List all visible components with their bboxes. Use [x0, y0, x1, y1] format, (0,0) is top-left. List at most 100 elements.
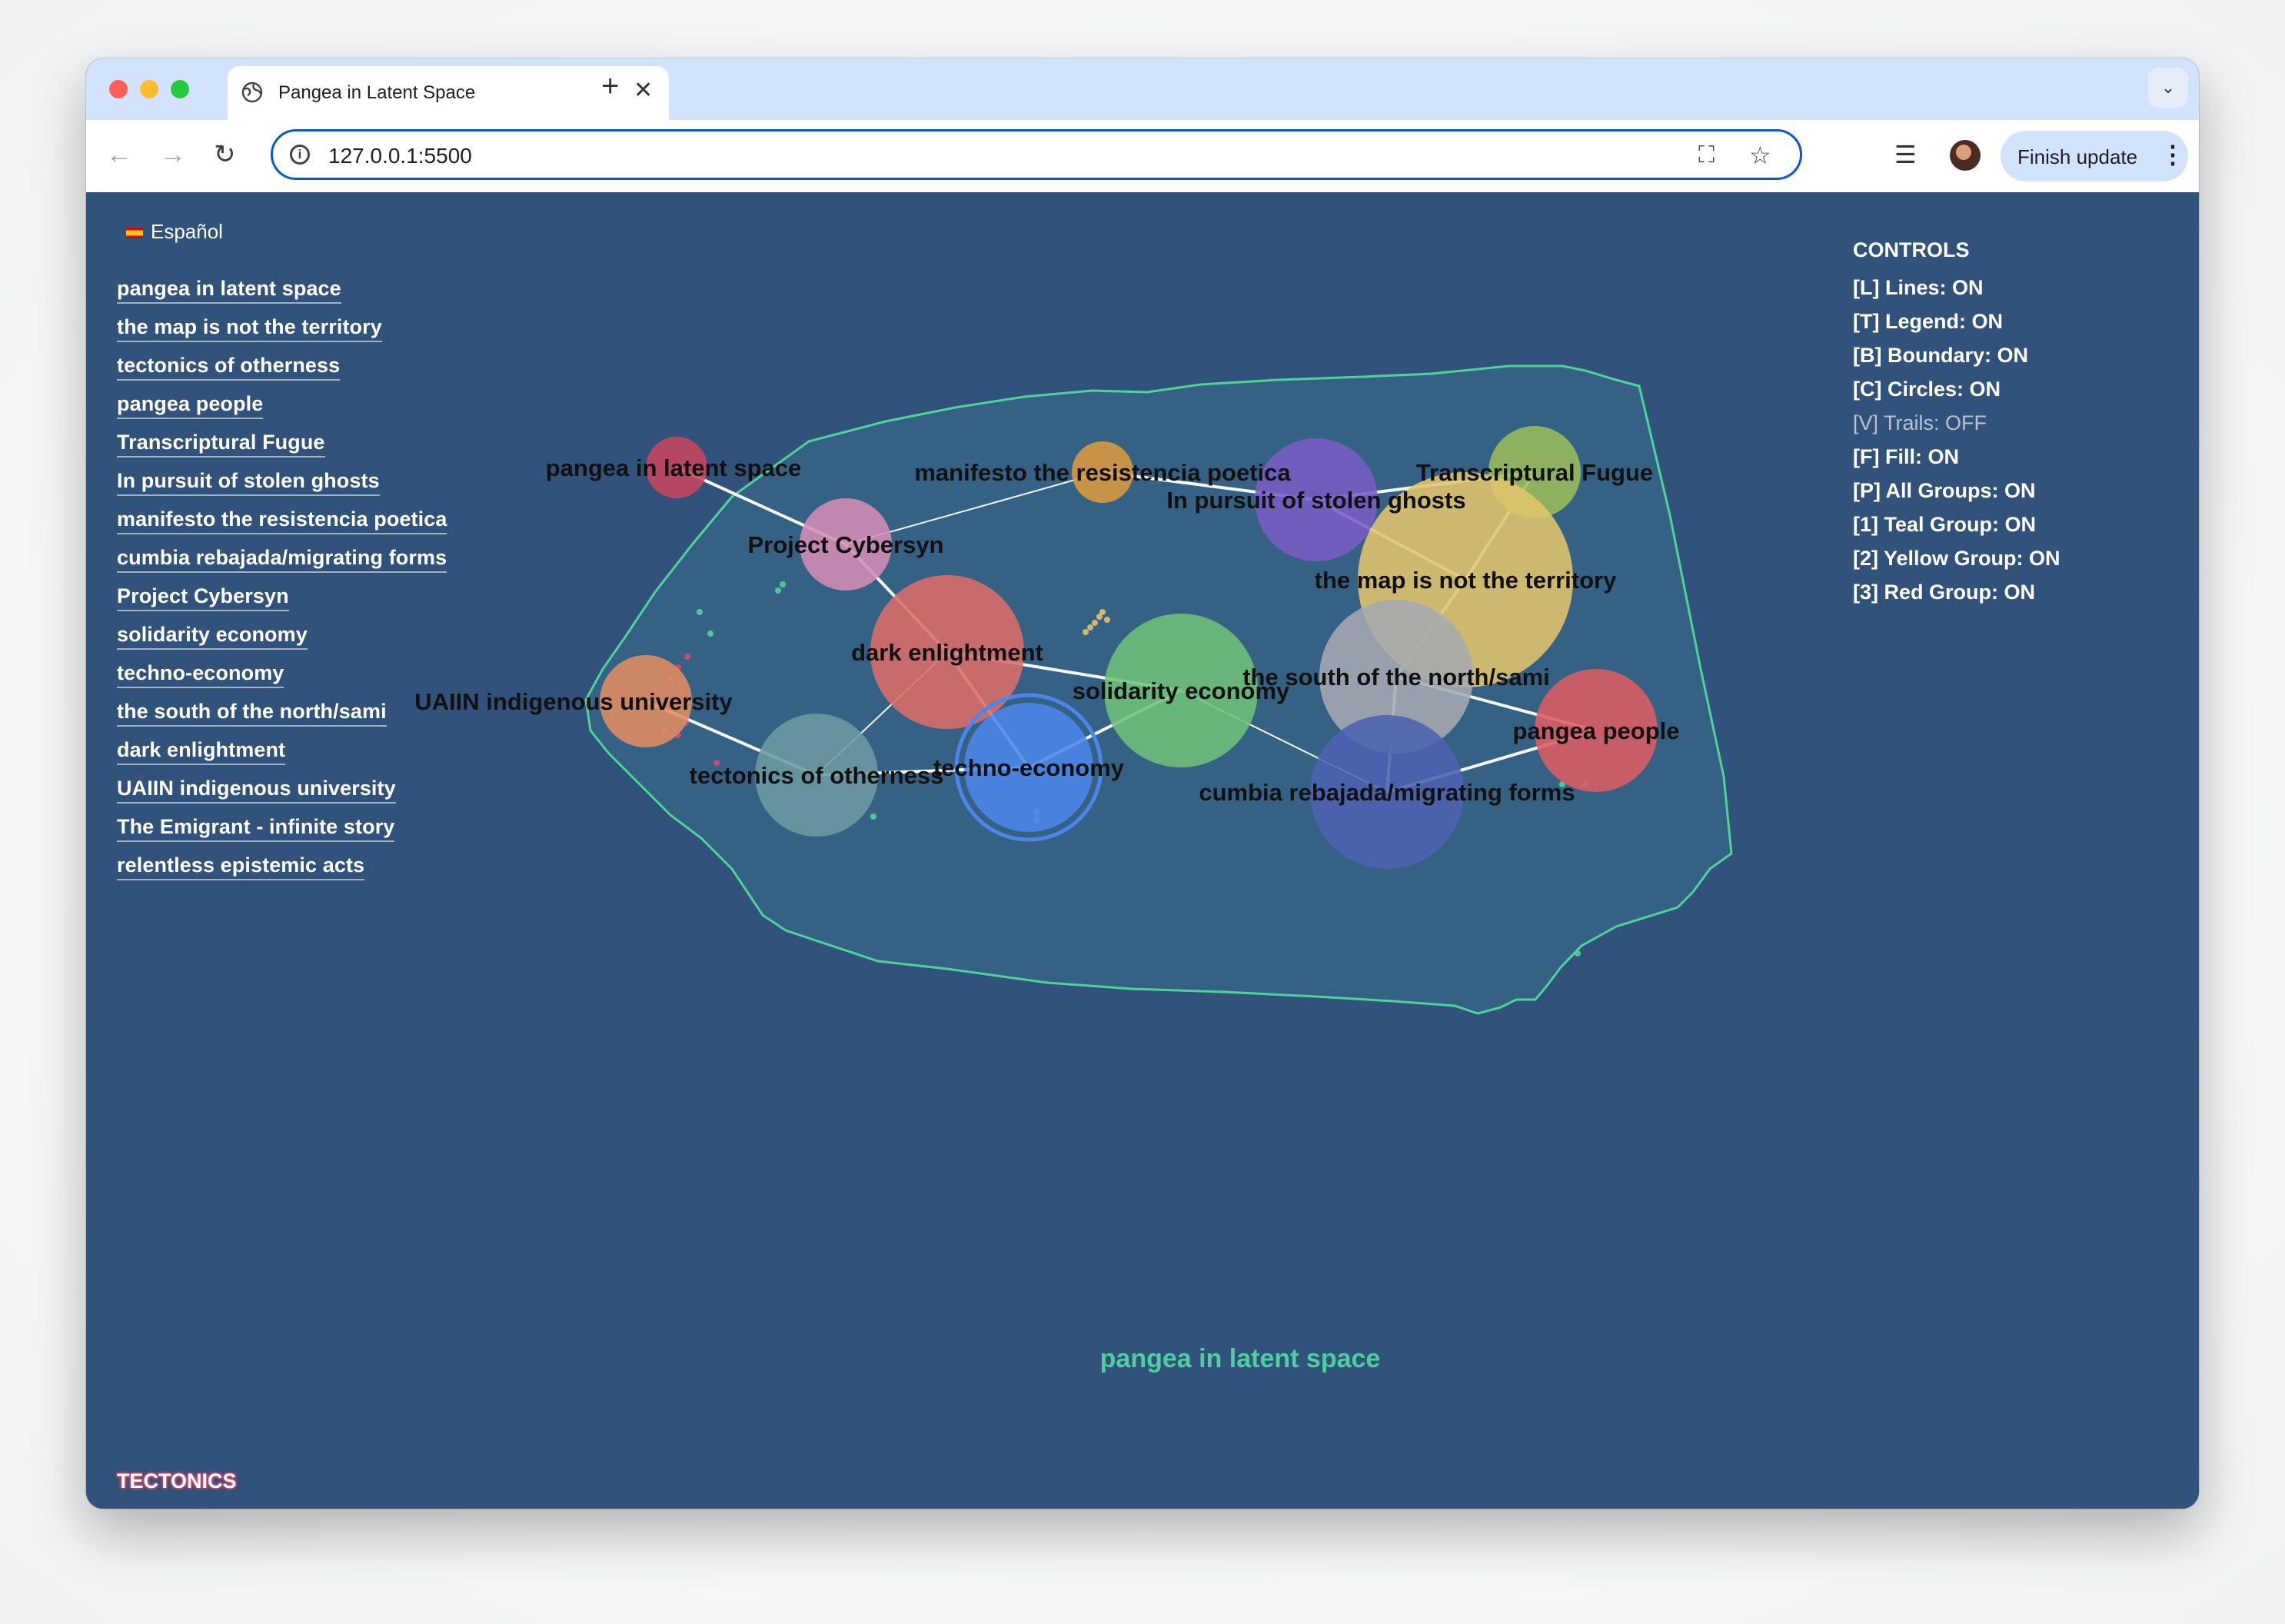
nav-link[interactable]: manifesto the resistencia poetica — [117, 508, 447, 534]
nav-link[interactable]: tectonics of otherness — [117, 354, 341, 381]
nav-list-item: dark enlightment — [117, 738, 447, 777]
reading-list-icon[interactable]: ☰ — [1894, 140, 1917, 169]
nav-link[interactable]: UAIIN indigenous university — [117, 777, 396, 804]
graph-node-label: UAIIN indigenous university — [414, 688, 733, 715]
finish-update-button[interactable]: Finish update ⋮ — [2001, 131, 2188, 181]
control-toggle[interactable]: [F] Fill: ON — [1853, 445, 2060, 479]
control-toggle[interactable]: [L] Lines: ON — [1853, 276, 2060, 310]
nav-link[interactable]: the map is not the territory — [117, 315, 382, 342]
graph-node-label: dark enlightment — [851, 639, 1043, 666]
graph-node-label: Project Cybersyn — [748, 531, 944, 558]
nav-list-item: tectonics of otherness — [117, 354, 447, 392]
graph-node-label: the south of the north/sami — [1242, 664, 1550, 691]
control-toggle[interactable]: [B] Boundary: ON — [1853, 344, 2060, 378]
profile-avatar[interactable] — [1950, 140, 1981, 171]
forward-arrow-icon[interactable]: → — [160, 135, 186, 174]
address-bar[interactable]: i 127.0.0.1:5500 ⛶ ☆ — [271, 129, 1802, 180]
control-toggle[interactable]: [P] All Groups: ON — [1853, 479, 2060, 513]
particle-dot — [1575, 950, 1581, 957]
zoom-window-button[interactable] — [171, 80, 189, 98]
globe-icon — [241, 82, 263, 103]
tab-search-chevron-icon[interactable]: ⌄ — [2148, 68, 2188, 108]
project-nav-list: pangea in latent space the map is not the… — [117, 277, 447, 892]
close-window-button[interactable] — [109, 80, 128, 98]
nav-list-item: pangea in latent space — [117, 277, 447, 315]
control-toggle[interactable]: [1] Teal Group: ON — [1853, 513, 2060, 547]
browser-toolbar: ← → ↻ i 127.0.0.1:5500 ⛶ ☆ ☰ Finish upda… — [86, 120, 2199, 193]
control-toggle[interactable]: [3] Red Group: ON — [1853, 581, 2060, 614]
particle-dot — [684, 654, 690, 660]
bookmark-star-icon[interactable]: ☆ — [1749, 141, 1771, 170]
nav-list-item: pangea people — [117, 392, 447, 431]
tab-title: Pangea in Latent Space — [278, 82, 476, 103]
new-tab-button[interactable]: + — [601, 71, 619, 102]
control-toggle[interactable]: [2] Yellow Group: ON — [1853, 547, 2060, 581]
nav-link[interactable]: relentless epistemic acts — [117, 854, 365, 880]
nav-list-item: In pursuit of stolen ghosts — [117, 469, 447, 508]
close-tab-icon[interactable]: ✕ — [634, 79, 653, 102]
nav-list-item: UAIIN indigenous university — [117, 777, 447, 815]
nav-list-item: techno-economy — [117, 661, 447, 700]
graph-node-label: pangea in latent space — [546, 454, 802, 481]
graph-node-label: tectonics of otherness — [690, 762, 944, 789]
translate-icon[interactable]: ⛶ — [1698, 141, 1715, 170]
particle-dot — [1099, 609, 1106, 615]
nav-link[interactable]: Transcriptural Fugue — [117, 431, 325, 458]
tab-strip: Pangea in Latent Space ✕ + ⌄ — [86, 58, 2199, 121]
tectonics-label: TECTONICS — [117, 1469, 237, 1493]
graph-node-label: cumbia rebajada/migrating forms — [1199, 779, 1575, 806]
page-content: pangea in latent space manifesto the resi… — [86, 192, 2199, 1509]
particle-dot — [707, 631, 713, 637]
graph-node-label: Transcriptural Fugue — [1416, 459, 1653, 486]
controls-panel: CONTROLS [L] Lines: ON [T] Legend: ON [B] … — [1853, 238, 2060, 614]
particle-dot — [780, 581, 786, 587]
nav-link[interactable]: solidarity economy — [117, 623, 308, 650]
nav-list-item: Transcriptural Fugue — [117, 431, 447, 469]
browser-window: Pangea in Latent Space ✕ + ⌄ ← → ↻ i 127… — [86, 58, 2199, 1509]
particle-dot — [1083, 629, 1089, 635]
back-arrow-icon[interactable]: ← — [106, 135, 132, 174]
particle-dot — [697, 609, 703, 615]
nav-link[interactable]: Project Cybersyn — [117, 584, 289, 611]
particle-dot — [870, 814, 876, 820]
particle-dot — [775, 587, 781, 594]
graph-node-label: pangea people — [1512, 717, 1679, 744]
language-toggle[interactable]: Español — [126, 220, 223, 244]
reload-icon[interactable]: ↻ — [214, 135, 236, 174]
nav-list-item: solidarity economy — [117, 623, 447, 661]
minimize-window-button[interactable] — [140, 80, 158, 98]
language-toggle-label: Español — [151, 220, 223, 243]
controls-title: CONTROLS — [1853, 238, 1970, 261]
url-text[interactable]: 127.0.0.1:5500 — [328, 144, 472, 168]
graph-node-label: In pursuit of stolen ghosts — [1166, 487, 1465, 514]
graph-caption: pangea in latent space — [1099, 1344, 1381, 1373]
nav-list-item: the map is not the territory — [117, 315, 447, 354]
finish-update-label: Finish update — [2017, 145, 2138, 168]
nav-list-item: cumbia rebajada/migrating forms — [117, 546, 447, 584]
nav-link[interactable]: cumbia rebajada/migrating forms — [117, 546, 447, 573]
control-toggle[interactable]: [C] Circles: ON — [1853, 378, 2060, 411]
nav-link[interactable]: techno-economy — [117, 661, 284, 688]
spain-flag-icon — [126, 228, 143, 239]
nav-list-item: Project Cybersyn — [117, 584, 447, 623]
nav-link[interactable]: dark enlightment — [117, 738, 286, 765]
nav-list-item: The Emigrant - infinite story — [117, 815, 447, 854]
more-menu-icon[interactable]: ⋮ — [2160, 140, 2185, 169]
nav-link[interactable]: The Emigrant - infinite story — [117, 815, 395, 842]
graph-node-label: manifesto the resistencia poetica — [914, 459, 1291, 486]
nav-link[interactable]: pangea in latent space — [117, 277, 341, 304]
nav-link[interactable]: the south of the north/sami — [117, 700, 387, 727]
graph-node-label: techno-economy — [933, 754, 1125, 781]
control-toggle[interactable]: [T] Legend: ON — [1853, 310, 2060, 344]
control-toggle[interactable]: [V] Trails: OFF — [1853, 411, 2060, 445]
site-info-icon[interactable]: i — [290, 145, 310, 165]
particle-dot — [1087, 624, 1093, 631]
nav-list-item: the south of the north/sami — [117, 700, 447, 738]
particle-dot — [1092, 620, 1098, 626]
nav-list-item: relentless epistemic acts — [117, 854, 447, 892]
nav-link[interactable]: In pursuit of stolen ghosts — [117, 469, 380, 496]
nav-link[interactable]: pangea people — [117, 392, 264, 419]
particle-dot — [1104, 617, 1110, 623]
nav-list-item: manifesto the resistencia poetica — [117, 508, 447, 546]
graph-node-label: the map is not the territory — [1315, 567, 1617, 594]
